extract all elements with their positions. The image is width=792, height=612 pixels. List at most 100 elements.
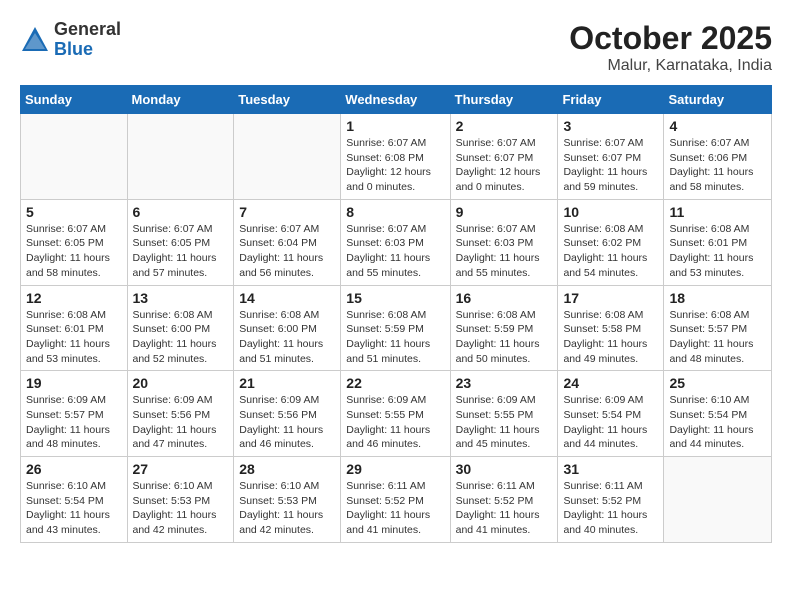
day-number: 9 [456,204,553,220]
calendar-cell [234,114,341,200]
day-info: Sunrise: 6:10 AM Sunset: 5:53 PM Dayligh… [133,479,229,538]
logo-icon [20,25,50,55]
day-info: Sunrise: 6:08 AM Sunset: 6:01 PM Dayligh… [669,222,766,281]
day-info: Sunrise: 6:08 AM Sunset: 5:59 PM Dayligh… [346,308,444,367]
day-info: Sunrise: 6:10 AM Sunset: 5:54 PM Dayligh… [26,479,122,538]
day-number: 25 [669,375,766,391]
day-info: Sunrise: 6:11 AM Sunset: 5:52 PM Dayligh… [346,479,444,538]
day-info: Sunrise: 6:07 AM Sunset: 6:06 PM Dayligh… [669,136,766,195]
day-info: Sunrise: 6:08 AM Sunset: 6:02 PM Dayligh… [563,222,658,281]
day-info: Sunrise: 6:08 AM Sunset: 6:00 PM Dayligh… [133,308,229,367]
day-number: 13 [133,290,229,306]
day-number: 11 [669,204,766,220]
calendar-cell: 10Sunrise: 6:08 AM Sunset: 6:02 PM Dayli… [558,199,664,285]
day-number: 17 [563,290,658,306]
calendar-cell: 3Sunrise: 6:07 AM Sunset: 6:07 PM Daylig… [558,114,664,200]
day-info: Sunrise: 6:09 AM Sunset: 5:55 PM Dayligh… [346,393,444,452]
day-number: 15 [346,290,444,306]
calendar: SundayMondayTuesdayWednesdayThursdayFrid… [20,85,772,543]
day-number: 28 [239,461,335,477]
day-info: Sunrise: 6:07 AM Sunset: 6:08 PM Dayligh… [346,136,444,195]
weekday-header-tuesday: Tuesday [234,86,341,114]
weekday-header-sunday: Sunday [21,86,128,114]
day-info: Sunrise: 6:08 AM Sunset: 6:01 PM Dayligh… [26,308,122,367]
day-number: 31 [563,461,658,477]
calendar-cell: 28Sunrise: 6:10 AM Sunset: 5:53 PM Dayli… [234,457,341,543]
calendar-cell: 8 Sunrise: 6:07 AM Sunset: 6:03 PM Daylig… [341,199,450,285]
calendar-cell: 15 Sunrise: 6:08 AM Sunset: 5:59 PM Dayli… [341,285,450,371]
calendar-cell: 22 Sunrise: 6:09 AM Sunset: 5:55 PM Dayli… [341,371,450,457]
calendar-cell: 23Sunrise: 6:09 AM Sunset: 5:55 PM Dayli… [450,371,558,457]
week-row-3: 12Sunrise: 6:08 AM Sunset: 6:01 PM Dayli… [21,285,772,371]
title-section: October 2025 Malur, Karnataka, India [569,20,772,75]
logo-general: General [54,20,121,40]
page-header: General Blue October 2025 Malur, Karnata… [20,20,772,75]
day-number: 8 [346,204,444,220]
day-number: 7 [239,204,335,220]
day-number: 21 [239,375,335,391]
weekday-header-monday: Monday [127,86,234,114]
calendar-cell: 29 Sunrise: 6:11 AM Sunset: 5:52 PM Dayli… [341,457,450,543]
calendar-cell: 17 Sunrise: 6:08 AM Sunset: 5:58 PM Dayli… [558,285,664,371]
day-number: 26 [26,461,122,477]
day-info: Sunrise: 6:08 AM Sunset: 5:57 PM Dayligh… [669,308,766,367]
day-number: 16 [456,290,553,306]
location: Malur, Karnataka, India [569,57,772,75]
week-row-1: 1 Sunrise: 6:07 AM Sunset: 6:08 PM Daylig… [21,114,772,200]
day-number: 1 [346,118,444,134]
calendar-cell: 4Sunrise: 6:07 AM Sunset: 6:06 PM Daylig… [664,114,772,200]
calendar-cell [127,114,234,200]
calendar-cell: 26 Sunrise: 6:10 AM Sunset: 5:54 PM Dayli… [21,457,128,543]
day-number: 22 [346,375,444,391]
calendar-cell: 25 Sunrise: 6:10 AM Sunset: 5:54 PM Dayli… [664,371,772,457]
calendar-cell: 31 Sunrise: 6:11 AM Sunset: 5:52 PM Dayli… [558,457,664,543]
calendar-cell: 1 Sunrise: 6:07 AM Sunset: 6:08 PM Daylig… [341,114,450,200]
weekday-header-row: SundayMondayTuesdayWednesdayThursdayFrid… [21,86,772,114]
day-number: 19 [26,375,122,391]
calendar-cell [21,114,128,200]
calendar-cell: 11 Sunrise: 6:08 AM Sunset: 6:01 PM Dayli… [664,199,772,285]
week-row-5: 26 Sunrise: 6:10 AM Sunset: 5:54 PM Dayli… [21,457,772,543]
weekday-header-wednesday: Wednesday [341,86,450,114]
day-number: 30 [456,461,553,477]
day-info: Sunrise: 6:09 AM Sunset: 5:56 PM Dayligh… [239,393,335,452]
day-info: Sunrise: 6:07 AM Sunset: 6:07 PM Dayligh… [563,136,658,195]
day-info: Sunrise: 6:08 AM Sunset: 5:59 PM Dayligh… [456,308,553,367]
weekday-header-friday: Friday [558,86,664,114]
day-info: Sunrise: 6:09 AM Sunset: 5:57 PM Dayligh… [26,393,122,452]
calendar-cell: 5Sunrise: 6:07 AM Sunset: 6:05 PM Daylig… [21,199,128,285]
day-number: 18 [669,290,766,306]
day-info: Sunrise: 6:07 AM Sunset: 6:05 PM Dayligh… [26,222,122,281]
logo-text: General Blue [54,20,121,60]
day-info: Sunrise: 6:07 AM Sunset: 6:03 PM Dayligh… [346,222,444,281]
day-number: 6 [133,204,229,220]
logo-blue: Blue [54,40,121,60]
day-number: 14 [239,290,335,306]
calendar-cell: 7 Sunrise: 6:07 AM Sunset: 6:04 PM Daylig… [234,199,341,285]
day-info: Sunrise: 6:11 AM Sunset: 5:52 PM Dayligh… [563,479,658,538]
day-info: Sunrise: 6:07 AM Sunset: 6:07 PM Dayligh… [456,136,553,195]
day-info: Sunrise: 6:09 AM Sunset: 5:56 PM Dayligh… [133,393,229,452]
day-info: Sunrise: 6:09 AM Sunset: 5:54 PM Dayligh… [563,393,658,452]
month-title: October 2025 [569,20,772,57]
day-info: Sunrise: 6:09 AM Sunset: 5:55 PM Dayligh… [456,393,553,452]
day-number: 27 [133,461,229,477]
day-number: 29 [346,461,444,477]
calendar-cell: 18 Sunrise: 6:08 AM Sunset: 5:57 PM Dayli… [664,285,772,371]
day-info: Sunrise: 6:08 AM Sunset: 5:58 PM Dayligh… [563,308,658,367]
calendar-cell: 27 Sunrise: 6:10 AM Sunset: 5:53 PM Dayli… [127,457,234,543]
calendar-cell: 24 Sunrise: 6:09 AM Sunset: 5:54 PM Dayli… [558,371,664,457]
calendar-cell: 2 Sunrise: 6:07 AM Sunset: 6:07 PM Daylig… [450,114,558,200]
day-info: Sunrise: 6:07 AM Sunset: 6:03 PM Dayligh… [456,222,553,281]
calendar-cell: 19 Sunrise: 6:09 AM Sunset: 5:57 PM Dayli… [21,371,128,457]
day-number: 24 [563,375,658,391]
calendar-cell: 6Sunrise: 6:07 AM Sunset: 6:05 PM Daylig… [127,199,234,285]
weekday-header-saturday: Saturday [664,86,772,114]
day-number: 2 [456,118,553,134]
day-info: Sunrise: 6:10 AM Sunset: 5:54 PM Dayligh… [669,393,766,452]
logo: General Blue [20,20,121,60]
day-info: Sunrise: 6:07 AM Sunset: 6:04 PM Dayligh… [239,222,335,281]
calendar-cell: 9 Sunrise: 6:07 AM Sunset: 6:03 PM Daylig… [450,199,558,285]
calendar-cell: 12Sunrise: 6:08 AM Sunset: 6:01 PM Dayli… [21,285,128,371]
week-row-4: 19 Sunrise: 6:09 AM Sunset: 5:57 PM Dayli… [21,371,772,457]
